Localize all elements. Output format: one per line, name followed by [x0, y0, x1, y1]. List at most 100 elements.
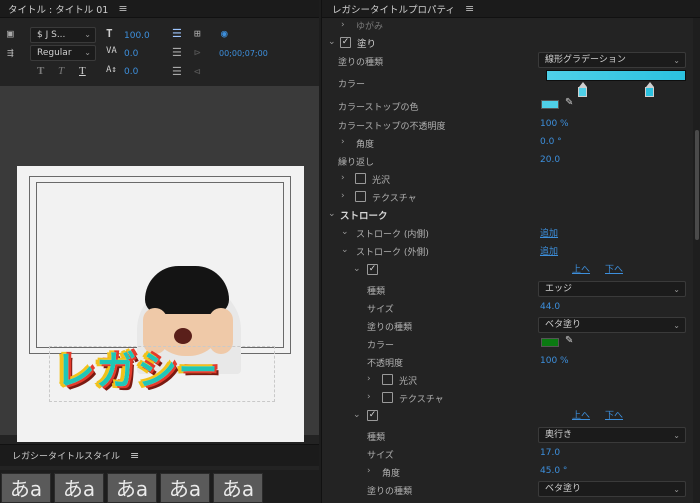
photo-boy-hair — [145, 266, 229, 314]
collapse-arrow-icon[interactable]: ⌄ — [341, 227, 349, 237]
font-size-icon: T — [106, 27, 113, 40]
stroke1-checkbox[interactable]: ✓ — [367, 264, 378, 275]
show-background-icon[interactable]: ◉ — [221, 28, 228, 39]
chevron-down-icon: ⌄ — [673, 431, 680, 440]
kerning-icon: VA — [106, 46, 117, 56]
gradient-stop-start[interactable] — [578, 87, 587, 97]
stroke2-size-value[interactable]: 17.0 — [540, 448, 560, 458]
expand-arrow-icon[interactable]: › — [341, 20, 345, 30]
tab-left-icon: ⊳ — [194, 46, 201, 59]
stroke1-type-select[interactable]: エッジ ⌄ — [538, 281, 686, 297]
expand-arrow-icon[interactable]: › — [341, 191, 345, 201]
properties-scrollbar[interactable] — [693, 18, 700, 503]
stroke1-down-link[interactable]: 下へ — [605, 262, 623, 275]
add-inner-stroke-link[interactable]: 追加 — [540, 226, 558, 239]
repeat-label: 繰り返し — [338, 158, 375, 168]
repeat-value[interactable]: 20.0 — [540, 155, 560, 165]
gloss-label: 光沢 — [372, 176, 391, 186]
stroke2-fill-type-label: 塗りの種類 — [367, 487, 413, 497]
font-style-select[interactable]: Regular ⌄ — [30, 45, 96, 61]
stop-color-label: カラーストップの色 — [338, 103, 419, 113]
align-left-icon[interactable]: ☰ — [172, 28, 182, 39]
expand-arrow-icon[interactable]: › — [367, 374, 371, 384]
stroke1-fill-type-value: ベタ塗り — [545, 320, 582, 330]
properties-scrollbar-thumb[interactable] — [695, 130, 699, 240]
style-swatch[interactable]: あa — [160, 473, 210, 503]
stroke1-up-link[interactable]: 上へ — [572, 262, 590, 275]
baseline-icon: A↕ — [106, 65, 117, 75]
stop-opacity-label: カラーストップの不透明度 — [338, 122, 446, 132]
styles-panel-title: レガシータイトルスタイル — [12, 452, 121, 462]
font-size-value[interactable]: 100.0 — [124, 31, 150, 41]
stroke2-size-label: サイズ — [367, 451, 394, 461]
fill-type-select[interactable]: 線形グラデーション ⌄ — [538, 52, 686, 68]
stop-opacity-value[interactable]: 100 % — [540, 119, 569, 129]
chevron-down-icon: ⌄ — [673, 321, 680, 330]
chevron-down-icon: ⌄ — [673, 56, 680, 65]
style-swatch[interactable]: あa — [213, 473, 263, 503]
stroke2-up-link[interactable]: 上へ — [572, 408, 590, 421]
gradient-stop-end[interactable] — [645, 87, 654, 97]
align-center-icon[interactable]: ☰ — [172, 47, 182, 58]
collapse-arrow-icon[interactable]: ⌄ — [353, 264, 361, 274]
title-canvas[interactable]: レガシー — [17, 166, 304, 442]
texture-checkbox[interactable] — [355, 191, 366, 202]
gradient-bar[interactable] — [546, 70, 686, 81]
stroke1-color-chip[interactable] — [541, 338, 559, 347]
add-outer-stroke-link[interactable]: 追加 — [540, 244, 558, 257]
panel-menu-icon[interactable]: ≡ — [465, 2, 474, 15]
stroke1-opacity-label: 不透明度 — [367, 359, 404, 369]
gloss-checkbox[interactable] — [355, 173, 366, 184]
stroke2-fill-type-value: ベタ塗り — [545, 484, 582, 494]
title-toolbar: ▣ ⇶ $ J S... ⌄ Regular ⌄ T 100.0 VA 0.0 … — [0, 18, 319, 86]
panel-menu-icon[interactable]: ≡ — [118, 2, 127, 15]
stroke2-down-link[interactable]: 下へ — [605, 408, 623, 421]
angle-value[interactable]: 0.0 ° — [540, 137, 562, 147]
collapse-arrow-icon[interactable]: ⌄ — [341, 245, 349, 255]
styles-menu-icon[interactable]: ≡ — [130, 449, 139, 462]
stroke1-opacity-value[interactable]: 100 % — [540, 356, 569, 366]
stop-color-chip[interactable] — [541, 100, 559, 109]
collapse-arrow-icon[interactable]: ⌄ — [328, 37, 336, 47]
style-swatch[interactable]: あa — [107, 473, 157, 503]
bold-format: T — [37, 65, 45, 77]
style-swatch[interactable]: あa — [1, 473, 51, 503]
baseline-value[interactable]: 0.0 — [124, 67, 138, 77]
eyedropper-icon[interactable]: ✎ — [565, 97, 573, 108]
stroke1-fill-type-select[interactable]: ベタ塗り ⌄ — [538, 317, 686, 333]
properties-panel-title: レガシータイトルプロパティ — [332, 4, 455, 16]
legacy-title-text[interactable]: レガシー — [55, 341, 285, 401]
fill-type-value: 線形グラデーション — [545, 55, 626, 65]
collapse-arrow-icon[interactable]: ⌄ — [353, 410, 361, 420]
italic-format: T — [58, 65, 65, 77]
align-right-icon[interactable]: ☰ — [172, 66, 182, 77]
stroke2-angle-label: 角度 — [382, 469, 401, 479]
stroke2-checkbox[interactable]: ✓ — [367, 410, 378, 421]
stroke1-texture-label: テクスチャ — [399, 395, 444, 405]
expand-arrow-icon[interactable]: › — [341, 173, 345, 183]
timecode-value[interactable]: 00;00;07;00 — [219, 49, 268, 58]
stroke1-size-label: サイズ — [367, 305, 394, 315]
title-type-icon[interactable]: ▣ — [7, 28, 14, 39]
chevron-down-icon: ⌄ — [84, 48, 91, 57]
stroke1-texture-checkbox[interactable] — [382, 392, 393, 403]
kerning-value[interactable]: 0.0 — [124, 49, 138, 59]
stroke2-fill-type-select[interactable]: ベタ塗り ⌄ — [538, 481, 686, 497]
styles-swatch-strip: あa あa あa あa あa — [0, 470, 319, 503]
align-options-icon[interactable]: ⇶ — [7, 47, 14, 58]
collapse-arrow-icon[interactable]: ⌄ — [328, 209, 336, 219]
stroke2-angle-value[interactable]: 45.0 ° — [540, 466, 567, 476]
font-family-select[interactable]: $ J S... ⌄ — [30, 27, 96, 43]
stroke2-type-select[interactable]: 奥行き ⌄ — [538, 427, 686, 443]
underline-format[interactable]: T — [79, 65, 86, 77]
tab-stops-icon[interactable]: ⊞ — [194, 28, 201, 39]
expand-arrow-icon[interactable]: › — [367, 392, 371, 402]
title-panel-header: タイトル : タイトル 01 ≡ — [0, 0, 319, 18]
expand-arrow-icon[interactable]: › — [367, 466, 371, 476]
eyedropper-icon[interactable]: ✎ — [565, 335, 573, 346]
style-swatch[interactable]: あa — [54, 473, 104, 503]
stroke1-gloss-checkbox[interactable] — [382, 374, 393, 385]
fill-checkbox[interactable]: ✓ — [340, 37, 351, 48]
stroke1-size-value[interactable]: 44.0 — [540, 302, 560, 312]
expand-arrow-icon[interactable]: › — [341, 137, 345, 147]
